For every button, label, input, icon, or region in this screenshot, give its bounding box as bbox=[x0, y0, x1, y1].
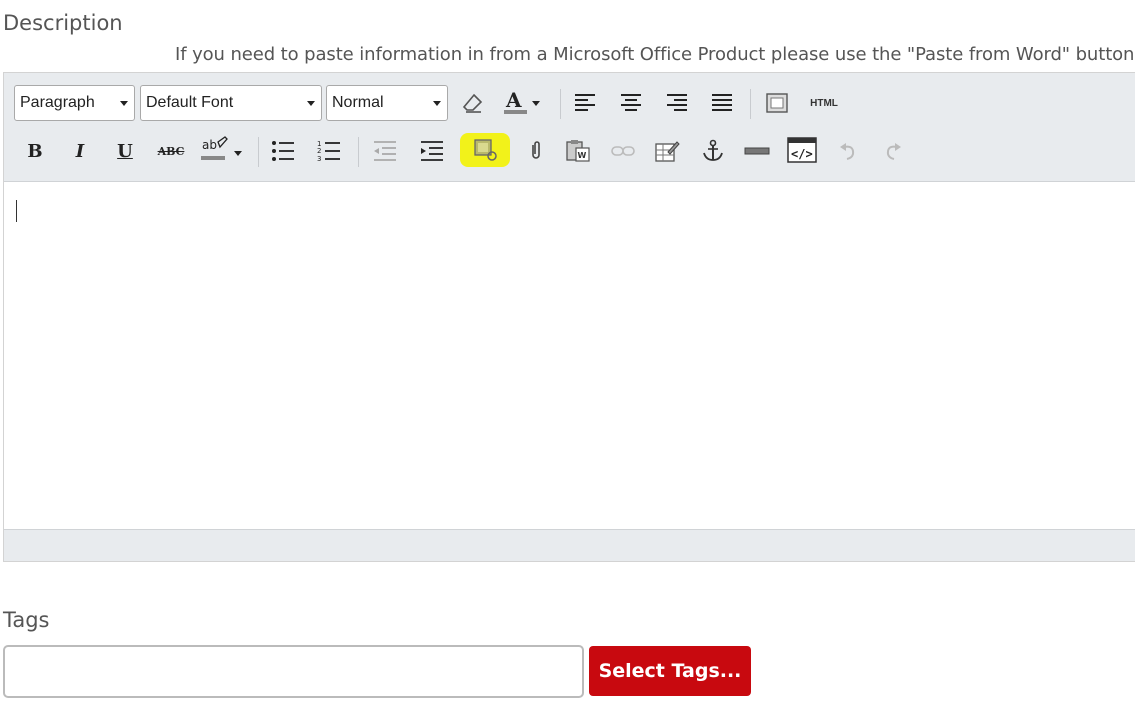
toolbar-separator bbox=[258, 137, 259, 167]
highlight-icon: ab bbox=[201, 136, 242, 160]
html-source-button[interactable]: HTML bbox=[804, 89, 844, 117]
text-cursor bbox=[16, 200, 17, 222]
align-right-icon bbox=[667, 94, 687, 111]
numbered-list-button[interactable]: 123 bbox=[314, 137, 344, 165]
bullet-list-button[interactable] bbox=[268, 137, 298, 165]
horizontal-rule-button[interactable] bbox=[742, 137, 772, 165]
align-center-button[interactable] bbox=[616, 89, 646, 117]
source-code-button[interactable]: </> bbox=[786, 135, 818, 165]
align-center-icon bbox=[621, 94, 641, 111]
bold-icon: B bbox=[27, 140, 43, 162]
font-select[interactable]: Default Font bbox=[140, 85, 322, 121]
outdent-button[interactable] bbox=[370, 137, 400, 165]
indent-icon bbox=[421, 141, 443, 161]
size-select-value: Normal bbox=[332, 94, 384, 111]
toolbar-separator bbox=[358, 137, 359, 167]
html-label: HTML bbox=[810, 97, 838, 109]
svg-text:2: 2 bbox=[317, 147, 321, 155]
anchor-icon bbox=[703, 139, 723, 161]
highlight-color-button[interactable]: ab bbox=[198, 135, 244, 163]
redo-icon bbox=[886, 143, 901, 160]
tags-label: Tags bbox=[3, 608, 50, 632]
code-icon: </> bbox=[787, 137, 817, 163]
rich-text-editor: Paragraph Default Font Normal A HTML B I… bbox=[3, 72, 1135, 562]
strikethrough-icon: ABC bbox=[157, 144, 185, 158]
numbered-list-icon: 123 bbox=[317, 140, 340, 162]
align-left-button[interactable] bbox=[570, 89, 600, 117]
redo-button[interactable] bbox=[878, 137, 908, 165]
align-justify-icon bbox=[712, 94, 732, 111]
font-color-button[interactable]: A bbox=[500, 89, 544, 117]
svg-text:W: W bbox=[578, 151, 587, 160]
horizontal-rule-icon bbox=[744, 147, 770, 155]
description-label: Description bbox=[3, 11, 123, 35]
editor-content-area[interactable] bbox=[4, 181, 1135, 531]
chevron-down-icon bbox=[433, 101, 441, 106]
justify-button[interactable] bbox=[707, 89, 737, 117]
paste-word-icon: W bbox=[566, 140, 590, 162]
chevron-down-icon bbox=[120, 101, 128, 106]
size-select[interactable]: Normal bbox=[326, 85, 448, 121]
paste-hint: If you need to paste information in from… bbox=[175, 44, 1135, 65]
underline-button[interactable]: U bbox=[110, 137, 140, 165]
indent-button[interactable] bbox=[417, 137, 447, 165]
italic-button[interactable]: I bbox=[65, 137, 95, 165]
chevron-down-icon bbox=[307, 101, 315, 106]
clear-format-button[interactable] bbox=[458, 89, 488, 117]
svg-text:ab: ab bbox=[202, 138, 217, 152]
editor-toolbar: Paragraph Default Font Normal A HTML B I… bbox=[4, 73, 1135, 182]
table-edit-icon bbox=[655, 141, 680, 162]
align-right-button[interactable] bbox=[662, 89, 692, 117]
paste-from-word-button[interactable]: W bbox=[563, 137, 593, 165]
toolbar-separator bbox=[750, 89, 751, 119]
fullscreen-button[interactable] bbox=[762, 89, 792, 117]
eraser-icon bbox=[462, 93, 483, 113]
maximize-icon bbox=[766, 93, 788, 113]
font-color-icon: A bbox=[504, 89, 540, 114]
anchor-button[interactable] bbox=[698, 137, 728, 165]
align-left-icon bbox=[575, 94, 595, 111]
outdent-icon bbox=[374, 141, 396, 161]
font-select-value: Default Font bbox=[146, 94, 234, 111]
bullet-list-icon bbox=[272, 141, 294, 161]
link-icon bbox=[611, 146, 635, 156]
format-select-value: Paragraph bbox=[20, 94, 95, 111]
tags-input[interactable] bbox=[3, 645, 584, 698]
insert-image-button[interactable] bbox=[460, 133, 510, 167]
edit-table-button[interactable] bbox=[652, 137, 682, 165]
italic-icon: I bbox=[75, 140, 85, 162]
image-icon bbox=[474, 139, 497, 161]
undo-icon bbox=[840, 143, 855, 160]
svg-text:A: A bbox=[505, 89, 522, 112]
select-tags-button[interactable]: Select Tags... bbox=[589, 646, 751, 696]
editor-status-bar bbox=[4, 529, 1135, 561]
undo-button[interactable] bbox=[833, 137, 863, 165]
paperclip-icon bbox=[532, 141, 540, 159]
svg-text:</>: </> bbox=[791, 147, 813, 161]
attach-file-button[interactable] bbox=[521, 137, 551, 165]
bold-button[interactable]: B bbox=[20, 137, 50, 165]
toolbar-separator bbox=[560, 89, 561, 119]
svg-text:3: 3 bbox=[317, 155, 321, 162]
format-select[interactable]: Paragraph bbox=[14, 85, 135, 121]
underline-icon: U bbox=[117, 140, 133, 162]
link-button[interactable] bbox=[608, 137, 638, 165]
strikethrough-button[interactable]: ABC bbox=[156, 137, 186, 165]
